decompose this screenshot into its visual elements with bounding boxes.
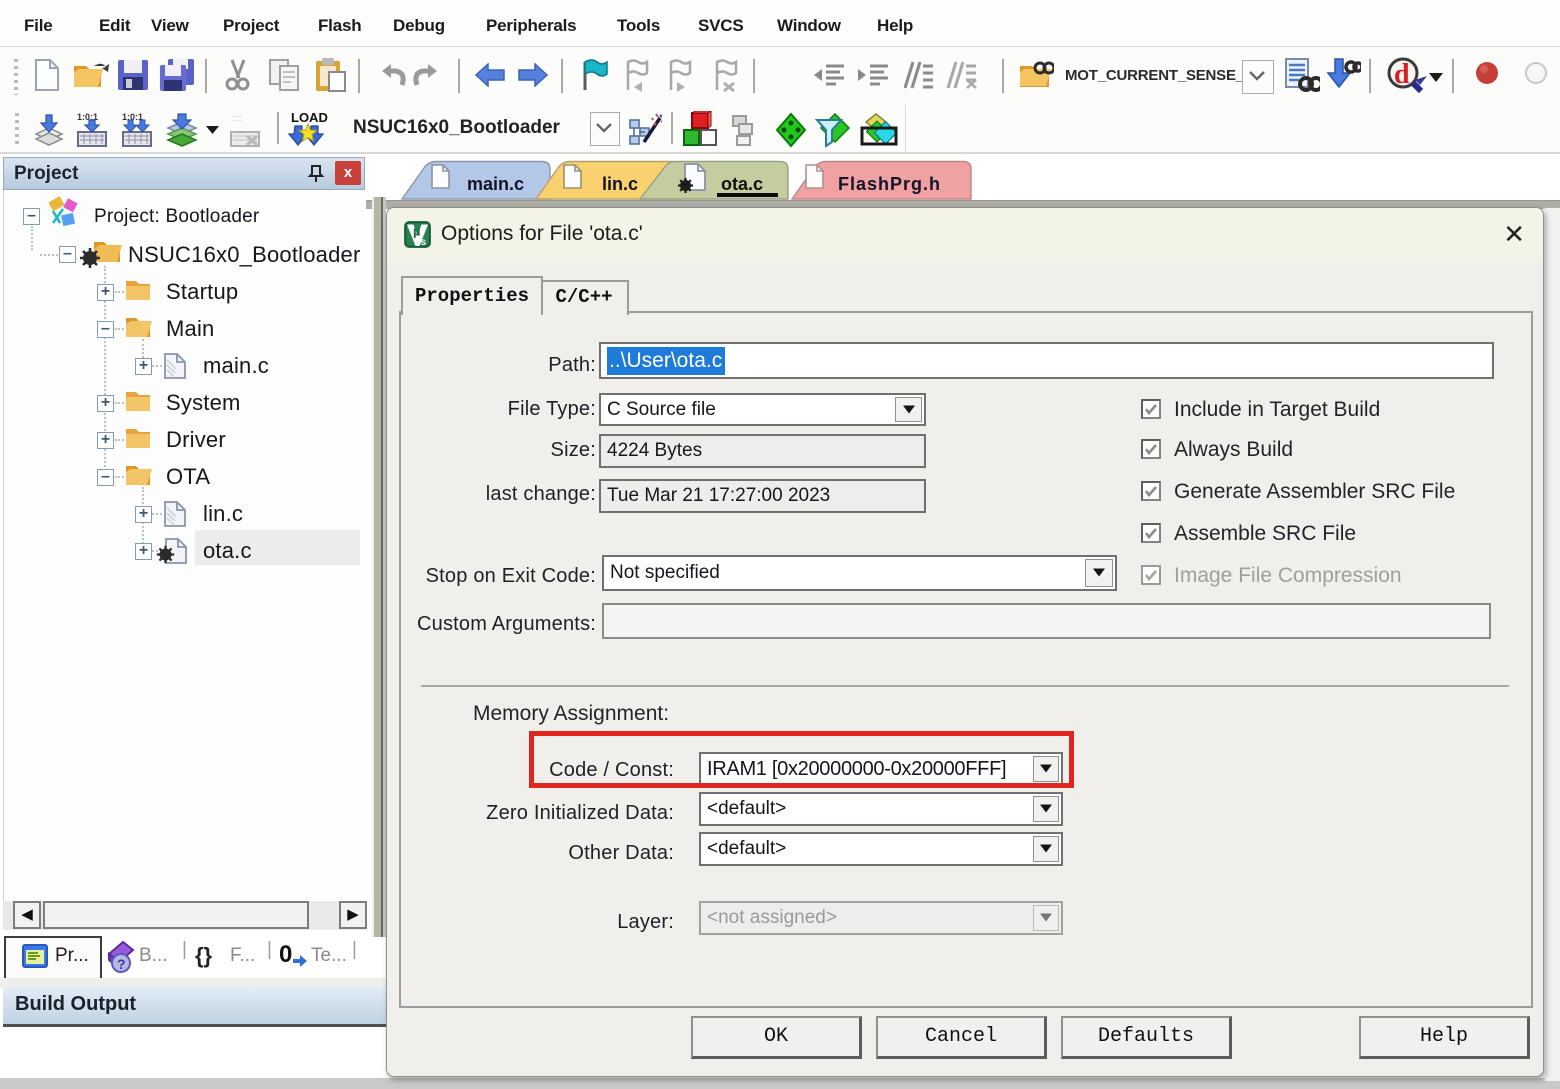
svg-text:ota.c: ota.c — [721, 174, 763, 194]
svg-text:::::: :::: — [232, 113, 242, 123]
svg-text:FlashPrg.h: FlashPrg.h — [838, 174, 941, 194]
svg-text:s: s — [421, 237, 427, 248]
svg-text:LOAD: LOAD — [291, 110, 328, 125]
svg-text:d: d — [1394, 59, 1410, 90]
svg-text:?: ? — [117, 956, 126, 972]
svg-text:main.c: main.c — [467, 174, 524, 194]
svg-text:lin.c: lin.c — [602, 174, 638, 194]
svg-text:µ: µ — [413, 224, 421, 239]
